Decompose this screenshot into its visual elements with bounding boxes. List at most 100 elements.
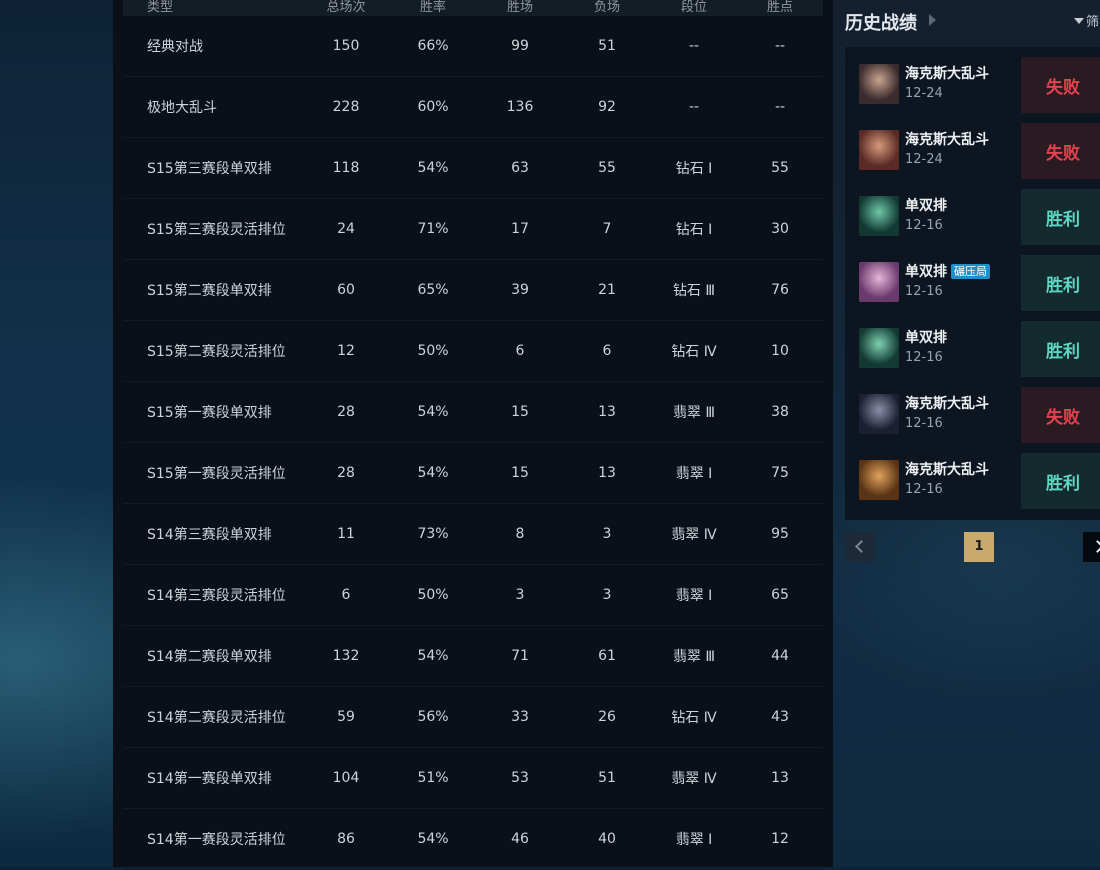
match-mode: 单双排 (905, 327, 947, 347)
history-expand-arrow-icon[interactable] (929, 14, 936, 26)
filter-icon (1074, 18, 1084, 24)
row-losses: 21 (598, 282, 616, 298)
row-winrate: 54% (417, 404, 449, 420)
match-mode: 海克斯大乱斗 (905, 63, 989, 83)
match-list: 海克斯大乱斗 12-24 失败 海克斯大乱斗 12-24 失败 单双排 12-16 胜利 单双排碾… (845, 47, 1100, 520)
match-mode-label: 海克斯大乱斗 (905, 462, 989, 478)
row-type: S14第二赛段单双排 (147, 649, 272, 665)
match-result: 胜利 (1021, 189, 1100, 245)
row-losses: 13 (598, 465, 616, 481)
row-winrate: 54% (417, 465, 449, 481)
champion-avatar (859, 196, 899, 236)
match-mode: 单双排 (905, 195, 947, 215)
row-wins: 99 (511, 38, 529, 54)
row-rank: 钻石 Ⅰ (675, 161, 713, 177)
table-row: 极地大乱斗 228 60% 136 92 -- -- (123, 77, 823, 138)
row-lp: 13 (771, 770, 789, 786)
match-item[interactable]: 单双排 碾压局 12-16 胜利 (845, 245, 1100, 311)
row-rank: 翡翠 Ⅲ (672, 649, 716, 665)
row-total: 60 (337, 282, 355, 298)
row-winrate: 56% (417, 709, 449, 725)
row-wins: 3 (515, 587, 525, 603)
row-type: 极地大乱斗 (147, 100, 217, 116)
row-type: S14第一赛段单双排 (147, 771, 272, 787)
match-item[interactable]: 单双排 12-16 胜利 (845, 311, 1100, 377)
row-rank: 翡翠 Ⅰ (675, 588, 713, 604)
row-total: 6 (341, 587, 351, 603)
row-losses: 51 (598, 38, 616, 54)
header-rank: 段位 (680, 0, 707, 15)
match-item[interactable]: 海克斯大乱斗 12-16 失败 (845, 377, 1100, 443)
table-row: S14第二赛段灵活排位 59 56% 33 26 钻石 Ⅳ 43 (123, 687, 823, 748)
match-date: 12-16 (905, 482, 943, 497)
champion-avatar (859, 64, 899, 104)
match-history-panel: 历史战绩 筛 海克斯大乱斗 12-24 失败 海克斯大乱斗 12-24 失败 单双排 12-1… (833, 0, 1100, 867)
row-lp: -- (774, 38, 786, 54)
match-date: 12-24 (905, 152, 943, 167)
next-page-button[interactable] (1083, 532, 1100, 562)
match-mode-label: 单双排 (905, 198, 947, 214)
page-number-button[interactable]: 1 (964, 532, 994, 562)
match-date: 12-16 (905, 218, 943, 233)
prev-page-button[interactable] (845, 532, 875, 562)
filter-button[interactable]: 筛 (1074, 11, 1099, 30)
header-type: 类型 (147, 0, 174, 15)
match-item[interactable]: 单双排 12-16 胜利 (845, 179, 1100, 245)
row-winrate: 66% (417, 38, 449, 54)
row-rank: 钻石 Ⅳ (671, 344, 717, 360)
row-wins: 6 (515, 343, 525, 359)
table-row: S15第一赛段灵活排位 28 54% 15 13 翡翠 Ⅰ 75 (123, 443, 823, 504)
match-item[interactable]: 海克斯大乱斗 12-16 胜利 (845, 443, 1100, 509)
row-rank: 钻石 Ⅳ (671, 710, 717, 726)
row-rank: 翡翠 Ⅳ (671, 771, 717, 787)
history-title: 历史战绩 (845, 13, 917, 34)
match-date: 12-16 (905, 416, 943, 431)
row-type: S15第二赛段灵活排位 (147, 344, 286, 360)
match-date: 12-16 (905, 284, 943, 299)
row-wins: 136 (506, 99, 534, 115)
row-rank: -- (688, 99, 700, 115)
table-header: 类型 总场次 胜率 胜场 负场 段位 胜点 (123, 0, 823, 16)
row-type: S14第三赛段灵活排位 (147, 588, 286, 604)
row-lp: 38 (771, 404, 789, 420)
row-type: S14第一赛段灵活排位 (147, 832, 286, 848)
row-lp: 44 (771, 648, 789, 664)
row-wins: 71 (511, 648, 529, 664)
match-result: 失败 (1021, 387, 1100, 443)
row-lp: 43 (771, 709, 789, 725)
row-total: 59 (337, 709, 355, 725)
header-wins: 胜场 (506, 0, 533, 15)
row-lp: 76 (771, 282, 789, 298)
match-item[interactable]: 海克斯大乱斗 12-24 失败 (845, 47, 1100, 113)
row-lp: 95 (771, 526, 789, 542)
match-date: 12-16 (905, 350, 943, 365)
row-type: S15第三赛段单双排 (147, 161, 272, 177)
row-type: S15第三赛段灵活排位 (147, 222, 286, 238)
row-total: 150 (332, 38, 360, 54)
match-result: 失败 (1021, 123, 1100, 179)
match-item[interactable]: 海克斯大乱斗 12-24 失败 (845, 113, 1100, 179)
table-row: S14第一赛段单双排 104 51% 53 51 翡翠 Ⅳ 13 (123, 748, 823, 809)
row-losses: 92 (598, 99, 616, 115)
row-winrate: 65% (417, 282, 449, 298)
row-lp: 75 (771, 465, 789, 481)
match-mode: 海克斯大乱斗 (905, 459, 989, 479)
table-row: S14第一赛段灵活排位 86 54% 46 40 翡翠 Ⅰ 12 (123, 809, 823, 870)
row-total: 28 (337, 404, 355, 420)
row-total: 86 (337, 831, 355, 847)
row-losses: 6 (602, 343, 612, 359)
match-result: 胜利 (1021, 321, 1100, 377)
row-total: 24 (337, 221, 355, 237)
row-losses: 61 (598, 648, 616, 664)
row-wins: 63 (511, 160, 529, 176)
row-wins: 46 (511, 831, 529, 847)
match-mode-label: 单双排 (905, 330, 947, 346)
row-total: 11 (337, 526, 355, 542)
row-losses: 3 (602, 587, 612, 603)
table-row: S15第二赛段单双排 60 65% 39 21 钻石 Ⅲ 76 (123, 260, 823, 321)
match-date: 12-24 (905, 86, 943, 101)
match-mode-label: 单双排 (905, 264, 947, 280)
match-mode-label: 海克斯大乱斗 (905, 396, 989, 412)
row-total: 118 (332, 160, 360, 176)
mvp-badge: 碾压局 (951, 264, 990, 279)
